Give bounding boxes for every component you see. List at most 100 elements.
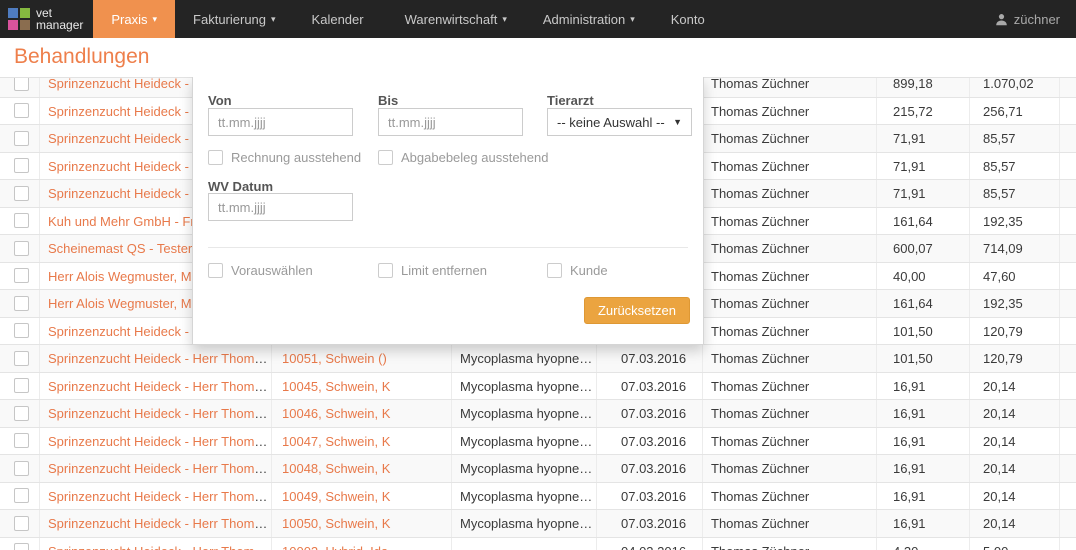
table-row: Sprinzenzucht Heideck - Herr Thomas Züch…: [0, 455, 1076, 483]
vet-cell: Thomas Züchner: [703, 428, 877, 455]
patient-link[interactable]: 10050, Schwein, K: [282, 516, 390, 531]
customer-link[interactable]: Sprinzenzucht Heideck - Herr Thomas Züch…: [48, 379, 272, 394]
table-row: Sprinzenzucht Heideck - Herr Thomas Züch…: [0, 400, 1076, 428]
vet-cell: Thomas Züchner: [703, 538, 877, 550]
vet-cell: Thomas Züchner: [703, 180, 877, 207]
username: züchner: [1014, 12, 1060, 27]
nav-item-praxis[interactable]: Praxis ▾: [93, 0, 175, 38]
net-amount-cell: 71,91: [877, 180, 970, 207]
date-cell: 04.03.2016: [597, 538, 703, 550]
patient-link[interactable]: 10047, Schwein, K: [282, 434, 390, 449]
diagnosis-cell: Mycoplasma hyopneumoniae: [452, 428, 597, 455]
row-checkbox[interactable]: [14, 488, 29, 503]
abgabebeleg-ausstehend-checkbox[interactable]: Abgabebeleg ausstehend: [378, 150, 548, 165]
gross-amount-cell: 20,14: [970, 400, 1060, 427]
gross-amount-cell: 85,57: [970, 153, 1060, 180]
vet-cell: Thomas Züchner: [703, 373, 877, 400]
checkbox-label: Vorauswählen: [231, 263, 313, 278]
patient-link[interactable]: 10002, Hybrid, Ida: [282, 544, 388, 550]
user-menu[interactable]: züchner: [995, 0, 1060, 38]
vet-cell: Thomas Züchner: [703, 510, 877, 537]
diagnosis-cell: Mycoplasma hyopneumoniae: [452, 400, 597, 427]
wv-datum-input[interactable]: [208, 193, 353, 221]
net-amount-cell: 16,91: [877, 510, 970, 537]
table-row: Sprinzenzucht Heideck - Herr Thomas Züch…: [0, 373, 1076, 401]
net-amount-cell: 40,00: [877, 263, 970, 290]
row-checkbox[interactable]: [14, 543, 29, 550]
rechnung-ausstehend-checkbox[interactable]: Rechnung ausstehend: [208, 150, 361, 165]
row-checkbox[interactable]: [14, 516, 29, 531]
customer-link[interactable]: Sprinzenzucht Heideck - Herr Thomas Züch…: [48, 434, 272, 449]
date-cell: 07.03.2016: [597, 428, 703, 455]
row-checkbox[interactable]: [14, 268, 29, 283]
row-checkbox[interactable]: [14, 323, 29, 338]
diagnosis-cell: Mycoplasma hyopneumoniae: [452, 373, 597, 400]
row-checkbox[interactable]: [14, 241, 29, 256]
row-checkbox[interactable]: [14, 351, 29, 366]
empty-cell: [1060, 98, 1076, 125]
brand-line2: manager: [36, 19, 83, 31]
checkbox-box: [378, 150, 393, 165]
empty-cell: [1060, 455, 1076, 482]
page-header: Behandlungen: [0, 38, 1076, 77]
gross-amount-cell: 5,00: [970, 538, 1060, 550]
gross-amount-cell: 47,60: [970, 263, 1060, 290]
empty-cell: [1060, 483, 1076, 510]
vetmanager-logo[interactable]: vet manager: [0, 0, 93, 38]
patient-link[interactable]: 10045, Schwein, K: [282, 379, 390, 394]
customer-link[interactable]: Sprinzenzucht Heideck - Herr Thomas Züch…: [48, 406, 272, 421]
nav-item-fakturierung[interactable]: Fakturierung ▾: [175, 0, 294, 38]
row-checkbox[interactable]: [14, 378, 29, 393]
von-date-input[interactable]: [208, 108, 353, 136]
bis-date-input[interactable]: [378, 108, 523, 136]
nav-item-kalender[interactable]: Kalender: [294, 0, 387, 38]
customer-link[interactable]: Sprinzenzucht Heideck - Herr Thomas Züch…: [48, 351, 272, 366]
date-cell: 07.03.2016: [597, 345, 703, 372]
patient-link[interactable]: 10046, Schwein, K: [282, 406, 390, 421]
customer-link[interactable]: Sprinzenzucht Heideck - Herr Thomas Züch…: [48, 516, 272, 531]
diagnosis-cell: [452, 538, 597, 550]
checkbox-box: [378, 263, 393, 278]
row-checkbox[interactable]: [14, 433, 29, 448]
limit-entfernen-checkbox[interactable]: Limit entfernen: [378, 263, 487, 278]
von-label: Von: [208, 93, 232, 108]
vet-cell: Thomas Züchner: [703, 153, 877, 180]
customer-link[interactable]: Sprinzenzucht Heideck - Herr Thomas Züch…: [48, 489, 272, 504]
customer-link[interactable]: Sprinzenzucht Heideck - Herr Thomas Züch…: [48, 544, 272, 550]
kunde-checkbox[interactable]: Kunde: [547, 263, 608, 278]
empty-cell: [1060, 208, 1076, 235]
patient-link[interactable]: 10051, Schwein (): [282, 351, 387, 366]
row-checkbox[interactable]: [14, 158, 29, 173]
nav-item-administration[interactable]: Administration ▾: [525, 0, 653, 38]
vet-cell: Thomas Züchner: [703, 455, 877, 482]
customer-link[interactable]: Sprinzenzucht Heideck - Herr Thomas Züch…: [48, 461, 272, 476]
patient-link[interactable]: 10049, Schwein, K: [282, 489, 390, 504]
nav-item-konto[interactable]: Konto: [653, 0, 728, 38]
vet-cell: Thomas Züchner: [703, 98, 877, 125]
row-checkbox[interactable]: [14, 461, 29, 476]
row-checkbox[interactable]: [14, 296, 29, 311]
row-checkbox[interactable]: [14, 186, 29, 201]
vet-cell: Thomas Züchner: [703, 77, 877, 97]
empty-cell: [1060, 428, 1076, 455]
patient-link[interactable]: 10048, Schwein, K: [282, 461, 390, 476]
tierarzt-select[interactable]: -- keine Auswahl -- ▼: [547, 108, 692, 136]
row-checkbox[interactable]: [14, 131, 29, 146]
vet-cell: Thomas Züchner: [703, 263, 877, 290]
empty-cell: [1060, 263, 1076, 290]
net-amount-cell: 71,91: [877, 125, 970, 152]
checkbox-label: Kunde: [570, 263, 608, 278]
row-checkbox[interactable]: [14, 103, 29, 118]
gross-amount-cell: 1.070,02: [970, 77, 1060, 97]
reset-button[interactable]: Zurücksetzen: [584, 297, 690, 324]
vet-cell: Thomas Züchner: [703, 345, 877, 372]
row-checkbox[interactable]: [14, 406, 29, 421]
row-checkbox[interactable]: [14, 213, 29, 228]
table-row: Sprinzenzucht Heideck - Herr Thomas Züch…: [0, 510, 1076, 538]
diagnosis-cell: Mycoplasma hyopneumoniae: [452, 483, 597, 510]
net-amount-cell: 16,91: [877, 428, 970, 455]
row-checkbox[interactable]: [14, 77, 29, 91]
select-caret-icon: ▼: [673, 117, 682, 127]
vorauswaehlen-checkbox[interactable]: Vorauswählen: [208, 263, 313, 278]
nav-item-warenwirtschaft[interactable]: Warenwirtschaft ▾: [387, 0, 525, 38]
